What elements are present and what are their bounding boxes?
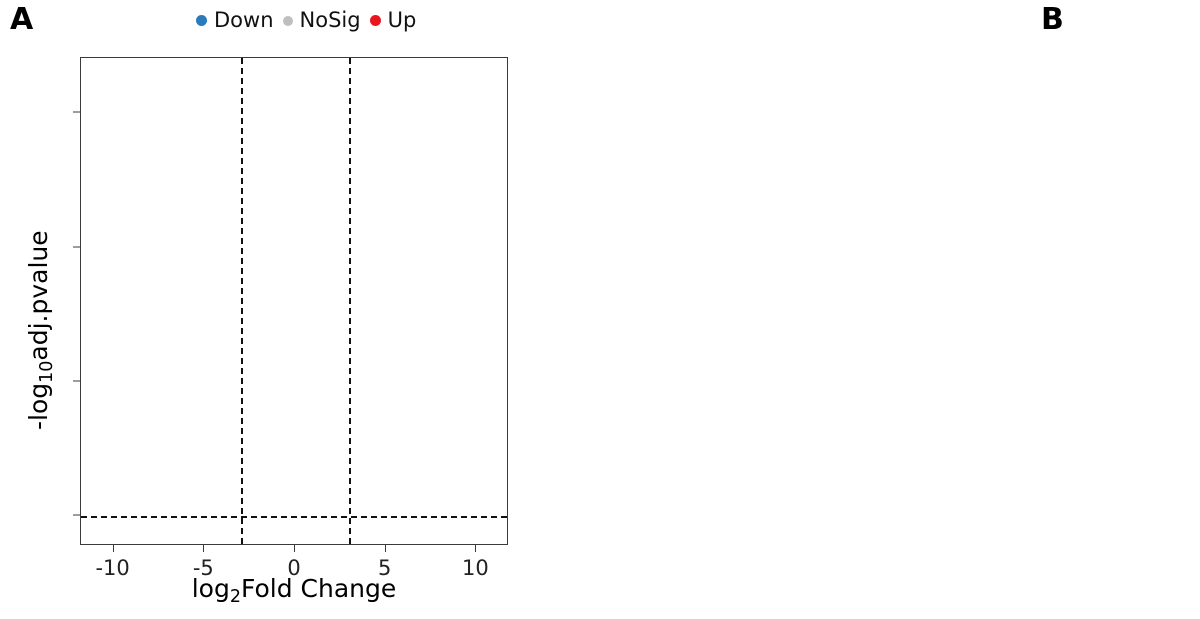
volcano-scatter-canvas xyxy=(81,58,507,544)
y-tick-mark xyxy=(73,514,80,516)
volcano-panel: A DownNoSigUp 0100200300-10-50510 -log10… xyxy=(0,0,520,619)
panel-a-letter: A xyxy=(10,2,34,37)
group-annotation-bar xyxy=(1122,10,1200,26)
threshold-line-left xyxy=(240,58,243,544)
volcano-legend-item-down[interactable]: Down xyxy=(196,10,274,31)
x-tick-mark xyxy=(475,545,477,552)
y-tick-mark xyxy=(73,246,80,248)
x-tick-label: -10 xyxy=(95,556,130,580)
row-dendrogram xyxy=(1048,32,1120,605)
heatmap-panel: B group xyxy=(520,0,1200,619)
volcano-legend: Down NoSig Up xyxy=(196,10,416,31)
threshold-line-right xyxy=(349,58,352,544)
legend-dot-icon xyxy=(196,15,207,26)
heatmap-canvas xyxy=(1122,32,1200,605)
legend-dot-icon xyxy=(282,15,293,26)
threshold-line-pvalue xyxy=(81,516,507,519)
volcano-legend-label: Down xyxy=(214,8,274,32)
legend-dot-icon xyxy=(369,15,381,26)
heatmap-matrix xyxy=(1122,32,1200,605)
y-axis-label: -log10adj.pvalue xyxy=(24,230,57,430)
volcano-legend-item-up[interactable]: Up xyxy=(369,8,417,32)
x-tick-mark xyxy=(112,545,114,552)
x-tick-mark xyxy=(203,545,205,552)
x-tick-label: 10 xyxy=(461,556,489,580)
x-tick-mark xyxy=(294,545,295,552)
volcano-legend-label: NoSig xyxy=(299,8,361,32)
y-tick-mark xyxy=(73,111,80,113)
x-axis-label: log2Fold Change xyxy=(191,574,397,607)
x-tick-mark xyxy=(384,545,386,552)
volcano-plot-area xyxy=(80,57,508,545)
volcano-legend-item-nosig[interactable]: NoSig xyxy=(282,8,361,32)
y-tick-mark xyxy=(73,380,80,382)
volcano-legend-label: Up xyxy=(387,8,417,32)
